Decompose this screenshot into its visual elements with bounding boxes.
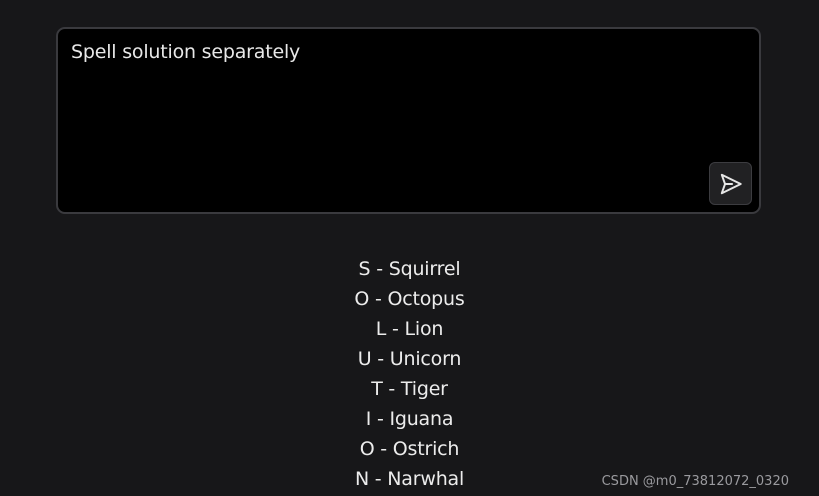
- prompt-text[interactable]: Spell solution separately: [71, 41, 300, 63]
- send-icon: [720, 173, 742, 194]
- answer-list: S - Squirrel O - Octopus L - Lion U - Un…: [0, 254, 819, 494]
- answer-line: U - Unicorn: [357, 348, 462, 370]
- answer-line: O - Octopus: [354, 288, 465, 310]
- answer-line: S - Squirrel: [358, 258, 461, 280]
- prompt-input[interactable]: Spell solution separately: [56, 27, 761, 214]
- watermark: CSDN @m0_73812072_0320: [601, 474, 789, 489]
- answer-line: I - Iguana: [365, 408, 454, 430]
- send-button[interactable]: [709, 162, 752, 205]
- answer-line: T - Tiger: [371, 378, 448, 400]
- answer-line: L - Lion: [375, 318, 444, 340]
- answer-line: O - Ostrich: [359, 438, 460, 460]
